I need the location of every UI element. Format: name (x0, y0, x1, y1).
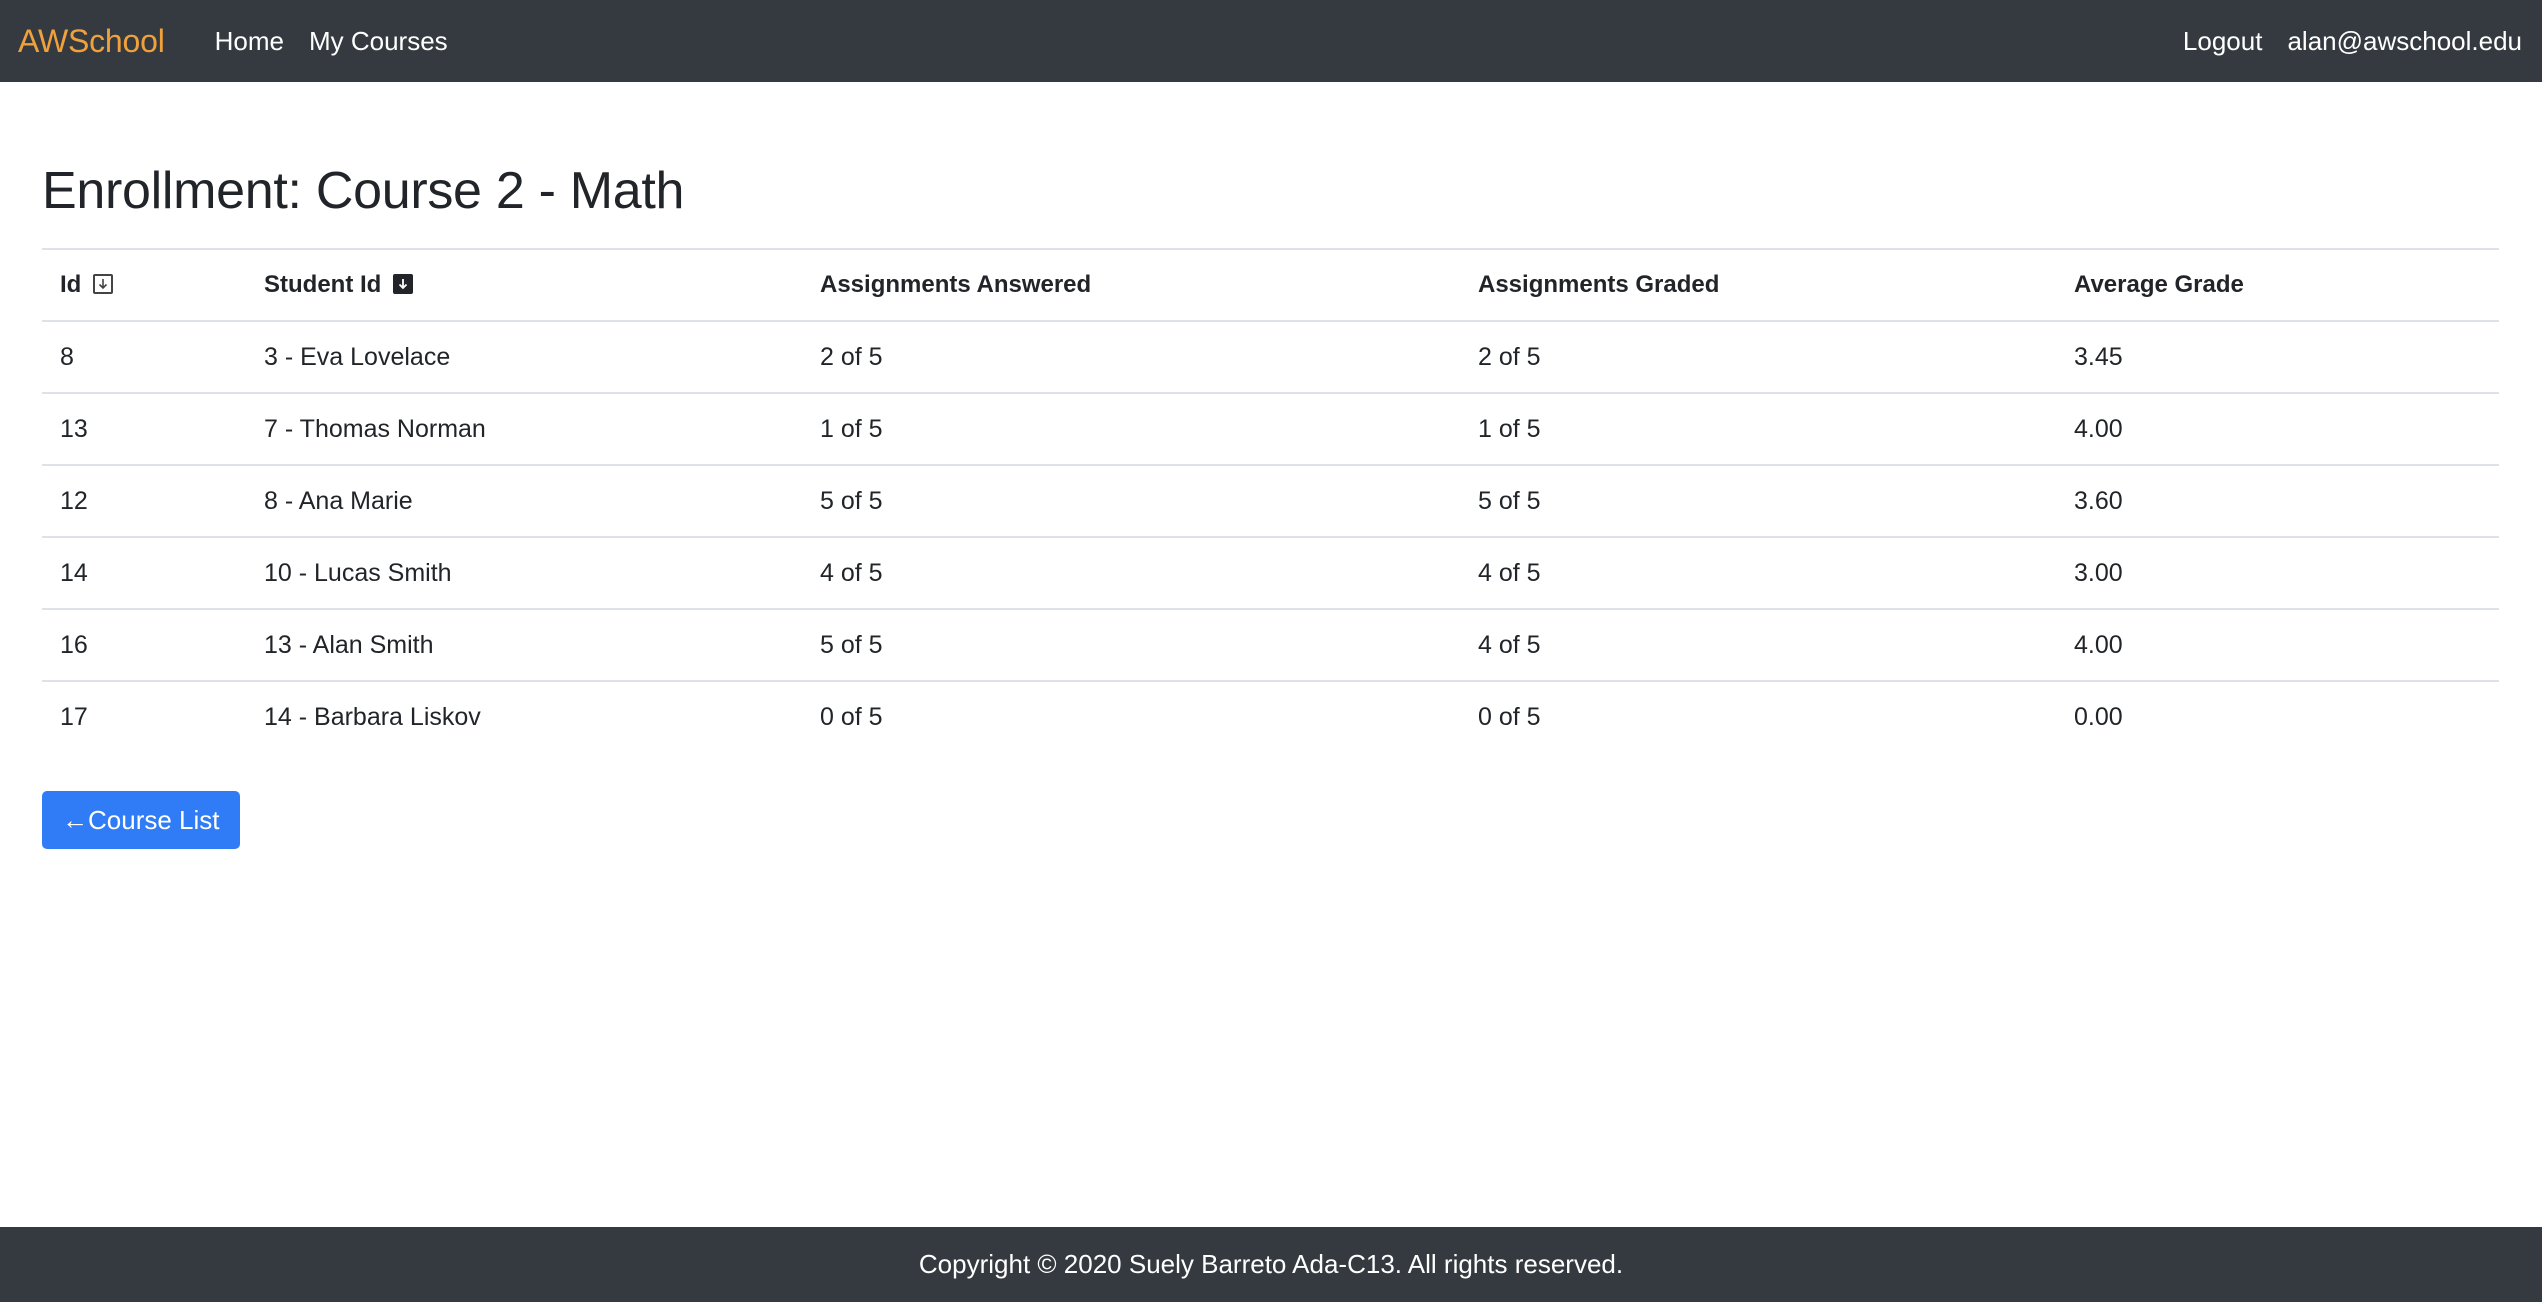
cell-average-grade: 3.45 (2074, 342, 2123, 371)
cell-id: 12 (42, 464, 246, 537)
cell-average-grade: 3.60 (2056, 464, 2499, 537)
cell-assignments-graded: 4 of 5 (1460, 608, 2056, 681)
cell-id: 8 (60, 342, 74, 371)
cell-student: 7 - Thomas Norman (246, 392, 802, 465)
table-row: 13 7 - Thomas Norman 1 of 5 1 of 5 4.00 (42, 392, 2499, 465)
cell-assignments-graded: 2 of 5 (1478, 342, 1541, 371)
main-content: Enrollment: Course 2 - Math Id Student I… (42, 82, 2499, 849)
cell-assignments-graded: 5 of 5 (1460, 464, 2056, 537)
cell-assignments-answered: 5 of 5 (802, 464, 1460, 537)
table-row: 17 14 - Barbara Liskov 0 of 5 0 of 5 0.0… (42, 680, 2499, 753)
course-list-button[interactable]: ←Course List (42, 791, 240, 849)
column-header-label: Id (60, 271, 82, 298)
cell-id: 16 (42, 608, 246, 681)
copyright-text: Copyright © 2020 Suely Barreto Ada-C13. … (918, 1249, 1624, 1279)
cell-assignments-graded: 4 of 5 (1460, 536, 2056, 609)
top-navbar: AWSchool Home My Courses Logout alan@aws… (0, 0, 2542, 82)
logout-link[interactable]: Logout (2183, 26, 2263, 57)
table-header-row: Id Student Id Assignments Answered Assig… (42, 248, 2499, 322)
nav-home-link[interactable]: Home (215, 26, 284, 57)
cell-assignments-answered: 5 of 5 (802, 608, 1460, 681)
nav-user-area: Logout alan@awschool.edu (2183, 26, 2522, 57)
table-row: 12 8 - Ana Marie 5 of 5 5 of 5 3.60 (42, 464, 2499, 537)
cell-average-grade: 4.00 (2056, 608, 2499, 681)
cell-id: 14 (42, 536, 246, 609)
page-title: Enrollment: Course 2 - Math (42, 162, 685, 220)
cell-student: 10 - Lucas Smith (246, 536, 802, 609)
cell-average-grade: 4.00 (2056, 392, 2499, 465)
cell-average-grade: 0.00 (2056, 680, 2499, 753)
cell-average-grade: 3.00 (2056, 536, 2499, 609)
cell-student: 13 - Alan Smith (246, 608, 802, 681)
cell-assignments-graded: 1 of 5 (1460, 392, 2056, 465)
column-header-student-id[interactable]: Student Id (246, 248, 802, 322)
column-header-average-grade: Average Grade (2056, 248, 2499, 322)
sort-down-filled-icon[interactable] (393, 273, 414, 294)
cell-id: 13 (42, 392, 246, 465)
sort-down-outline-icon[interactable] (93, 273, 114, 294)
cell-assignments-answered: 0 of 5 (802, 680, 1460, 753)
brand-logo-link[interactable]: AWSchool (18, 23, 165, 60)
cell-assignments-answered: 4 of 5 (802, 536, 1460, 609)
column-header-label: Student Id (264, 271, 382, 298)
cell-assignments-answered: 2 of 5 (820, 342, 883, 371)
table-row: 14 10 - Lucas Smith 4 of 5 4 of 5 3.00 (42, 536, 2499, 609)
cell-student: 8 - Ana Marie (246, 464, 802, 537)
cell-id: 17 (42, 680, 246, 753)
nav-my-courses-link[interactable]: My Courses (309, 26, 448, 57)
cell-assignments-graded: 0 of 5 (1460, 680, 2056, 753)
enrollment-table: Id Student Id Assignments Answered Assig… (42, 248, 2499, 753)
cell-student: 14 - Barbara Liskov (246, 680, 802, 753)
cell-assignments-answered: 1 of 5 (802, 392, 1460, 465)
table-row: 16 13 - Alan Smith 5 of 5 4 of 5 4.00 (42, 608, 2499, 681)
page-footer: Copyright © 2020 Suely Barreto Ada-C13. … (0, 1227, 2542, 1302)
column-header-assignments-graded: Assignments Graded (1460, 248, 2056, 322)
column-header-assignments-answered: Assignments Answered (802, 248, 1460, 322)
cell-student: 3 - Eva Lovelace (264, 342, 451, 371)
column-header-id[interactable]: Id (42, 248, 246, 322)
table-row: 8 3 - Eva Lovelace 2 of 5 2 of 5 3.45 (42, 321, 2499, 393)
user-email-link[interactable]: alan@awschool.edu (2287, 26, 2522, 57)
